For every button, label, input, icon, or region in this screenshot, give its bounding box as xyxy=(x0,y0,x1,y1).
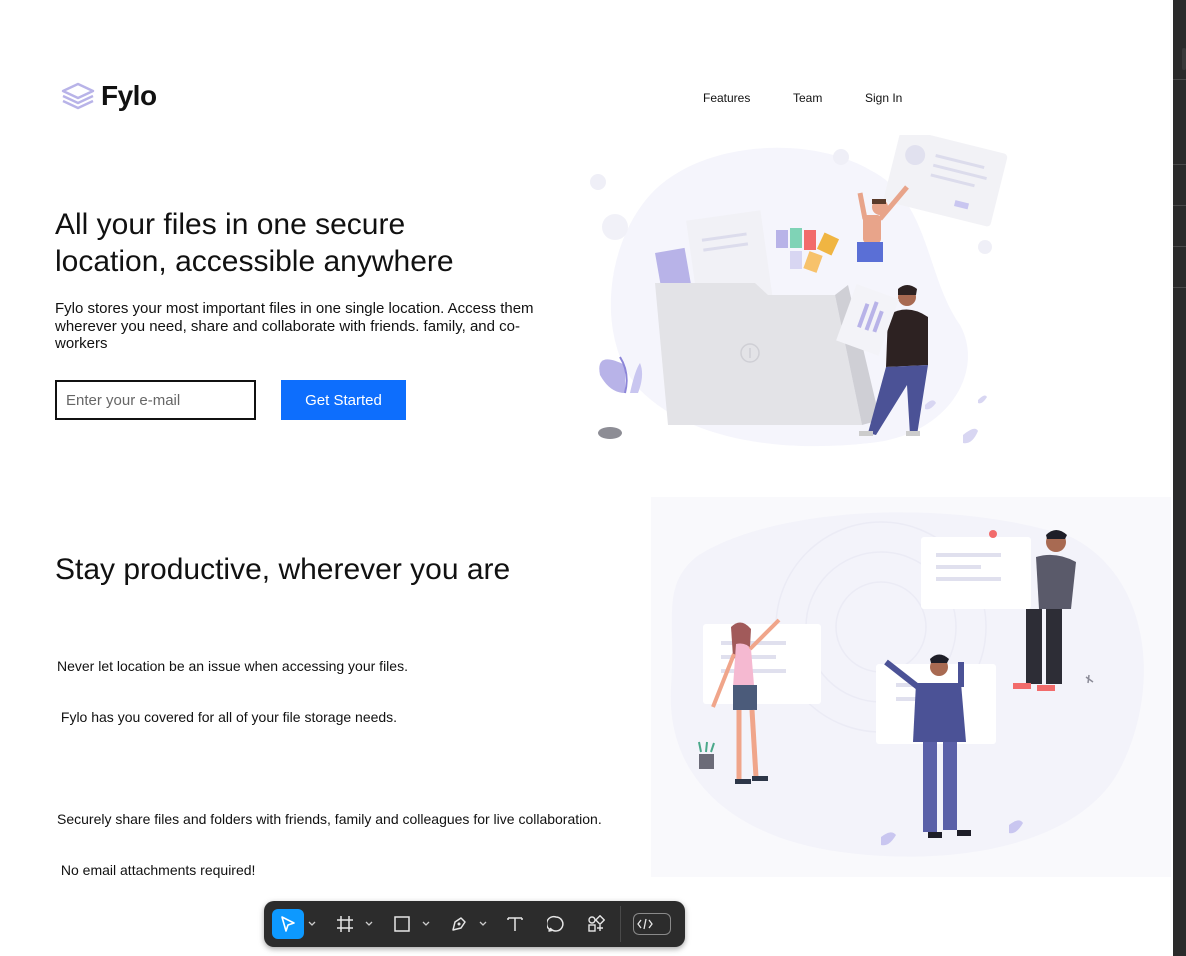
editor-toolbar xyxy=(264,901,685,947)
hero-title-line: location, accessible anywhere xyxy=(55,245,454,278)
text-tool[interactable] xyxy=(502,909,528,939)
decor-dot xyxy=(833,149,849,165)
components-icon xyxy=(588,915,605,932)
decor-dot xyxy=(590,174,606,190)
editor-side-panel xyxy=(1173,0,1186,956)
logo-stack-icon xyxy=(61,82,95,110)
email-input[interactable] xyxy=(55,380,256,420)
frame-tool-dropdown[interactable] xyxy=(363,909,375,939)
pen-tool-dropdown[interactable] xyxy=(477,909,489,939)
collaboration-illustration xyxy=(651,497,1171,877)
nav-link-sign-in[interactable]: Sign In xyxy=(865,91,902,105)
code-toggle-icon xyxy=(637,918,653,930)
section-title: Stay productive, wherever you are xyxy=(55,553,511,586)
description-line: Fylo has you covered for all of your fil… xyxy=(57,709,398,725)
toolbar-divider xyxy=(620,906,621,942)
description-line: Never let location be an issue when acce… xyxy=(57,658,408,674)
panel-divider xyxy=(1173,164,1186,165)
components-tool[interactable] xyxy=(583,909,609,939)
chevron-down-icon xyxy=(422,921,430,926)
chat-bubble xyxy=(921,537,1031,609)
decor-dot xyxy=(978,240,992,254)
comment-icon xyxy=(547,915,564,932)
text-icon xyxy=(507,917,523,931)
chevron-down-icon xyxy=(308,921,316,926)
panel-divider xyxy=(1173,79,1186,80)
nav-link-features[interactable]: Features xyxy=(703,91,750,105)
pen-tool[interactable] xyxy=(446,909,472,939)
hero-title: All your files in one secure location, a… xyxy=(55,206,575,280)
shape-tool-dropdown[interactable] xyxy=(420,909,432,939)
get-started-button[interactable]: Get Started xyxy=(281,380,406,420)
comment-tool[interactable] xyxy=(543,909,569,939)
move-tool-dropdown[interactable] xyxy=(306,909,318,939)
plant-pot xyxy=(699,754,714,769)
panel-divider xyxy=(1173,205,1186,206)
description-line: No email attachments required! xyxy=(57,862,256,878)
chevron-down-icon xyxy=(479,921,487,926)
shape-tool[interactable] xyxy=(389,909,415,939)
nav-link-team[interactable]: Team xyxy=(793,91,822,105)
leaf-decor xyxy=(963,428,978,444)
panel-divider xyxy=(1173,246,1186,247)
move-tool[interactable] xyxy=(272,909,304,939)
panel-divider xyxy=(1173,287,1186,288)
panel-handle[interactable] xyxy=(1182,48,1186,70)
hero-title-line: All your files in one secure xyxy=(55,208,406,241)
hero-description: Fylo stores your most important files in… xyxy=(55,300,534,352)
description-spacer xyxy=(57,760,602,777)
pen-icon xyxy=(452,917,466,931)
decor-dot xyxy=(602,214,628,240)
dev-mode-toggle[interactable] xyxy=(633,913,671,935)
description-line: Securely share files and folders with fr… xyxy=(57,811,602,827)
frame-tool[interactable] xyxy=(332,909,358,939)
decor-dot xyxy=(989,530,997,538)
file-storage-illustration xyxy=(590,135,1008,447)
frame-icon xyxy=(337,916,353,932)
rectangle-icon xyxy=(394,916,410,932)
rock-decor xyxy=(598,427,622,439)
cursor-icon xyxy=(281,916,295,932)
section-description: Never let location be an issue when acce… xyxy=(57,624,602,896)
logo-wordmark: Fylo xyxy=(101,80,157,111)
logo[interactable]: Fylo xyxy=(61,80,157,112)
chevron-down-icon xyxy=(365,921,373,926)
leaf-decor xyxy=(978,395,987,404)
